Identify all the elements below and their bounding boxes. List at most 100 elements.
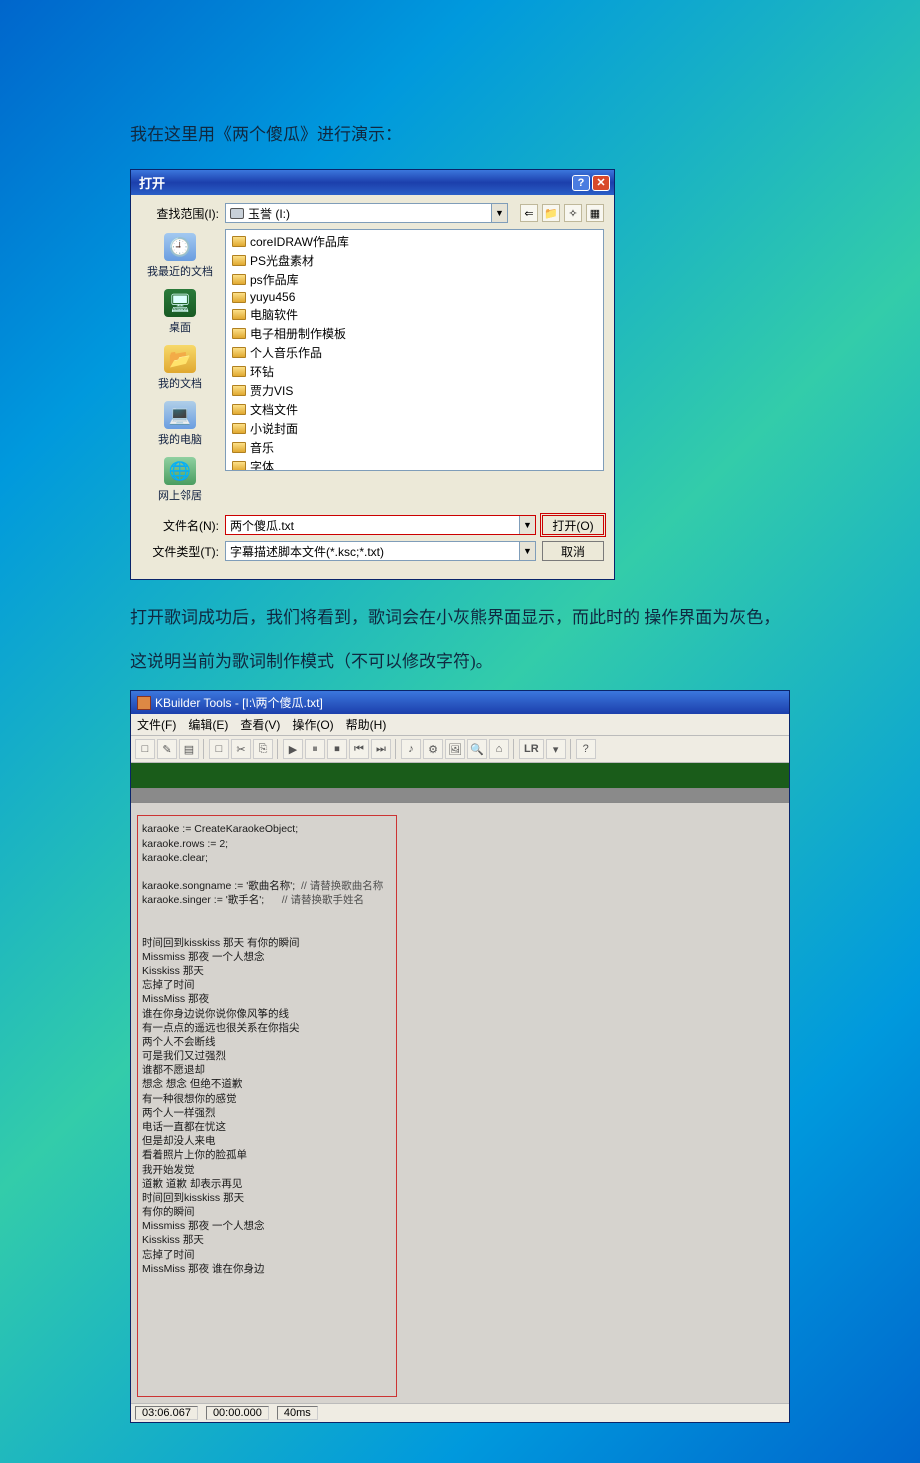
- toolbar-button[interactable]: ♪: [401, 739, 421, 759]
- script-line: karaoke.rows := 2;: [142, 837, 392, 851]
- folder-name: coreIDRAW作品库: [250, 233, 349, 250]
- place-label: 我的文档: [158, 375, 202, 391]
- script-line: karaoke.singer := '歌手名'; // 请替换歌手姓名: [142, 893, 392, 907]
- toolbar-separator: [513, 739, 515, 759]
- folder-item[interactable]: 电子相册制作模板: [230, 324, 599, 343]
- place-icon: 🕘: [164, 233, 196, 261]
- toolbar-button[interactable]: ⎘: [253, 739, 273, 759]
- script-line: karaoke.songname := '歌曲名称'; // 请替换歌曲名称: [142, 879, 392, 893]
- kb-preview-track: [131, 789, 789, 803]
- toolbar-button[interactable]: ▶: [283, 739, 303, 759]
- script-line: [142, 865, 392, 879]
- open-button[interactable]: 打开(O): [542, 515, 604, 535]
- script-line: 道歉 道歉 却表示再见: [142, 1177, 392, 1191]
- folder-item[interactable]: ps作品库: [230, 270, 599, 289]
- script-line: karaoke.clear;: [142, 851, 392, 865]
- lookin-value: 玉誉 (I:): [248, 205, 290, 222]
- toolbar-button[interactable]: 🖼: [445, 739, 465, 759]
- folder-item[interactable]: 小说封面: [230, 419, 599, 438]
- toolbar-button[interactable]: ⏮: [349, 739, 369, 759]
- filetype-dropdown[interactable]: 字幕描述脚本文件(*.ksc;*.txt) ▼: [225, 541, 536, 561]
- folder-name: ps作品库: [250, 271, 299, 288]
- toolbar-button[interactable]: ▾: [546, 739, 566, 759]
- folder-icon: [232, 442, 246, 453]
- toolbar-separator: [277, 739, 279, 759]
- menu-item[interactable]: 查看(V): [240, 716, 280, 733]
- place-icon: 💻: [164, 401, 196, 429]
- folder-item[interactable]: yuyu456: [230, 289, 599, 305]
- folder-icon: [232, 255, 246, 266]
- script-line: 忘掉了时间: [142, 1248, 392, 1262]
- folder-icon: [232, 385, 246, 396]
- toolbar-button[interactable]: ▤: [179, 739, 199, 759]
- toolbar-button[interactable]: ✎: [157, 739, 177, 759]
- app-icon: [137, 696, 151, 710]
- place-desk[interactable]: 🖥桌面: [164, 285, 196, 339]
- folder-name: 小说封面: [250, 420, 298, 437]
- script-line: Kisskiss 那天: [142, 1233, 392, 1247]
- folder-item[interactable]: 贾力VIS: [230, 381, 599, 400]
- folder-item[interactable]: 字体: [230, 457, 599, 471]
- toolbar-button[interactable]: ⏹: [327, 739, 347, 759]
- views-icon[interactable]: ▦: [586, 204, 604, 222]
- toolbar-lr-button[interactable]: LR: [519, 739, 544, 759]
- menu-item[interactable]: 操作(O): [292, 716, 333, 733]
- folder-name: 音乐: [250, 439, 274, 456]
- status-step: 40ms: [277, 1406, 318, 1420]
- folder-icon: [232, 423, 246, 434]
- script-line: MissMiss 那夜: [142, 992, 392, 1006]
- place-comp[interactable]: 💻我的电脑: [158, 397, 202, 451]
- folder-icon: [232, 309, 246, 320]
- new-folder-icon[interactable]: ✧: [564, 204, 582, 222]
- folder-item[interactable]: 音乐: [230, 438, 599, 457]
- filetype-value: 字幕描述脚本文件(*.ksc;*.txt): [230, 543, 384, 560]
- filename-input[interactable]: 两个傻瓜.txt ▼: [225, 515, 536, 535]
- intro-text: 我在这里用《两个傻瓜》进行演示：: [130, 120, 790, 145]
- folder-icon: [232, 292, 246, 303]
- folder-item[interactable]: PS光盘素材: [230, 251, 599, 270]
- lookin-dropdown[interactable]: 玉誉 (I:) ▼: [225, 203, 508, 223]
- toolbar-button[interactable]: ?: [576, 739, 596, 759]
- toolbar-button[interactable]: ⚙: [423, 739, 443, 759]
- place-label: 桌面: [169, 319, 191, 335]
- dialog-titlebar: 打开 ? ✕: [131, 170, 614, 195]
- toolbar-button[interactable]: ✂: [231, 739, 251, 759]
- body-text: 打开歌词成功后，我们将看到，歌词会在小灰熊界面显示，而此时的 操作界面为灰色，这…: [130, 596, 790, 684]
- kb-editor[interactable]: karaoke := CreateKaraokeObject;karaoke.r…: [131, 803, 789, 1403]
- menu-item[interactable]: 编辑(E): [188, 716, 228, 733]
- place-doc[interactable]: 🕘 我最近的文档: [147, 229, 213, 283]
- toolbar-button[interactable]: ⏸: [305, 739, 325, 759]
- script-line: 时间回到kisskiss 那天: [142, 1191, 392, 1205]
- toolbar-separator: [395, 739, 397, 759]
- place-label: 我最近的文档: [147, 263, 213, 279]
- up-folder-icon[interactable]: 📁: [542, 204, 560, 222]
- toolbar-button[interactable]: 🔍: [467, 739, 487, 759]
- back-icon[interactable]: ⇐: [520, 204, 538, 222]
- filename-value: 两个傻瓜.txt: [230, 517, 294, 534]
- file-list[interactable]: coreIDRAW作品库PS光盘素材ps作品库yuyu456电脑软件电子相册制作…: [225, 229, 604, 471]
- folder-item[interactable]: 电脑软件: [230, 305, 599, 324]
- kb-titlebar: KBuilder Tools - [I:\两个傻瓜.txt]: [131, 691, 789, 714]
- script-line: 有你的瞬间: [142, 1205, 392, 1219]
- toolbar-button[interactable]: ⌂: [489, 739, 509, 759]
- filetype-label: 文件类型(T):: [141, 543, 219, 560]
- folder-item[interactable]: 环钻: [230, 362, 599, 381]
- folder-item[interactable]: 文档文件: [230, 400, 599, 419]
- close-button[interactable]: ✕: [592, 175, 610, 191]
- place-mydoc[interactable]: 📂我的文档: [158, 341, 202, 395]
- cancel-button[interactable]: 取消: [542, 541, 604, 561]
- toolbar-button[interactable]: □: [209, 739, 229, 759]
- folder-icon: [232, 366, 246, 377]
- menu-item[interactable]: 文件(F): [137, 716, 176, 733]
- script-line: 有一点点的遥远也很关系在你指尖: [142, 1021, 392, 1035]
- help-button[interactable]: ?: [572, 175, 590, 191]
- filename-label: 文件名(N):: [141, 517, 219, 534]
- menu-item[interactable]: 帮助(H): [346, 716, 387, 733]
- toolbar-button[interactable]: ⏭: [371, 739, 391, 759]
- toolbar-button[interactable]: □: [135, 739, 155, 759]
- script-line: 两个人一样强烈: [142, 1106, 392, 1120]
- folder-item[interactable]: 个人音乐作品: [230, 343, 599, 362]
- folder-name: 字体: [250, 458, 274, 471]
- place-net[interactable]: 🌐网上邻居: [158, 453, 202, 507]
- folder-item[interactable]: coreIDRAW作品库: [230, 232, 599, 251]
